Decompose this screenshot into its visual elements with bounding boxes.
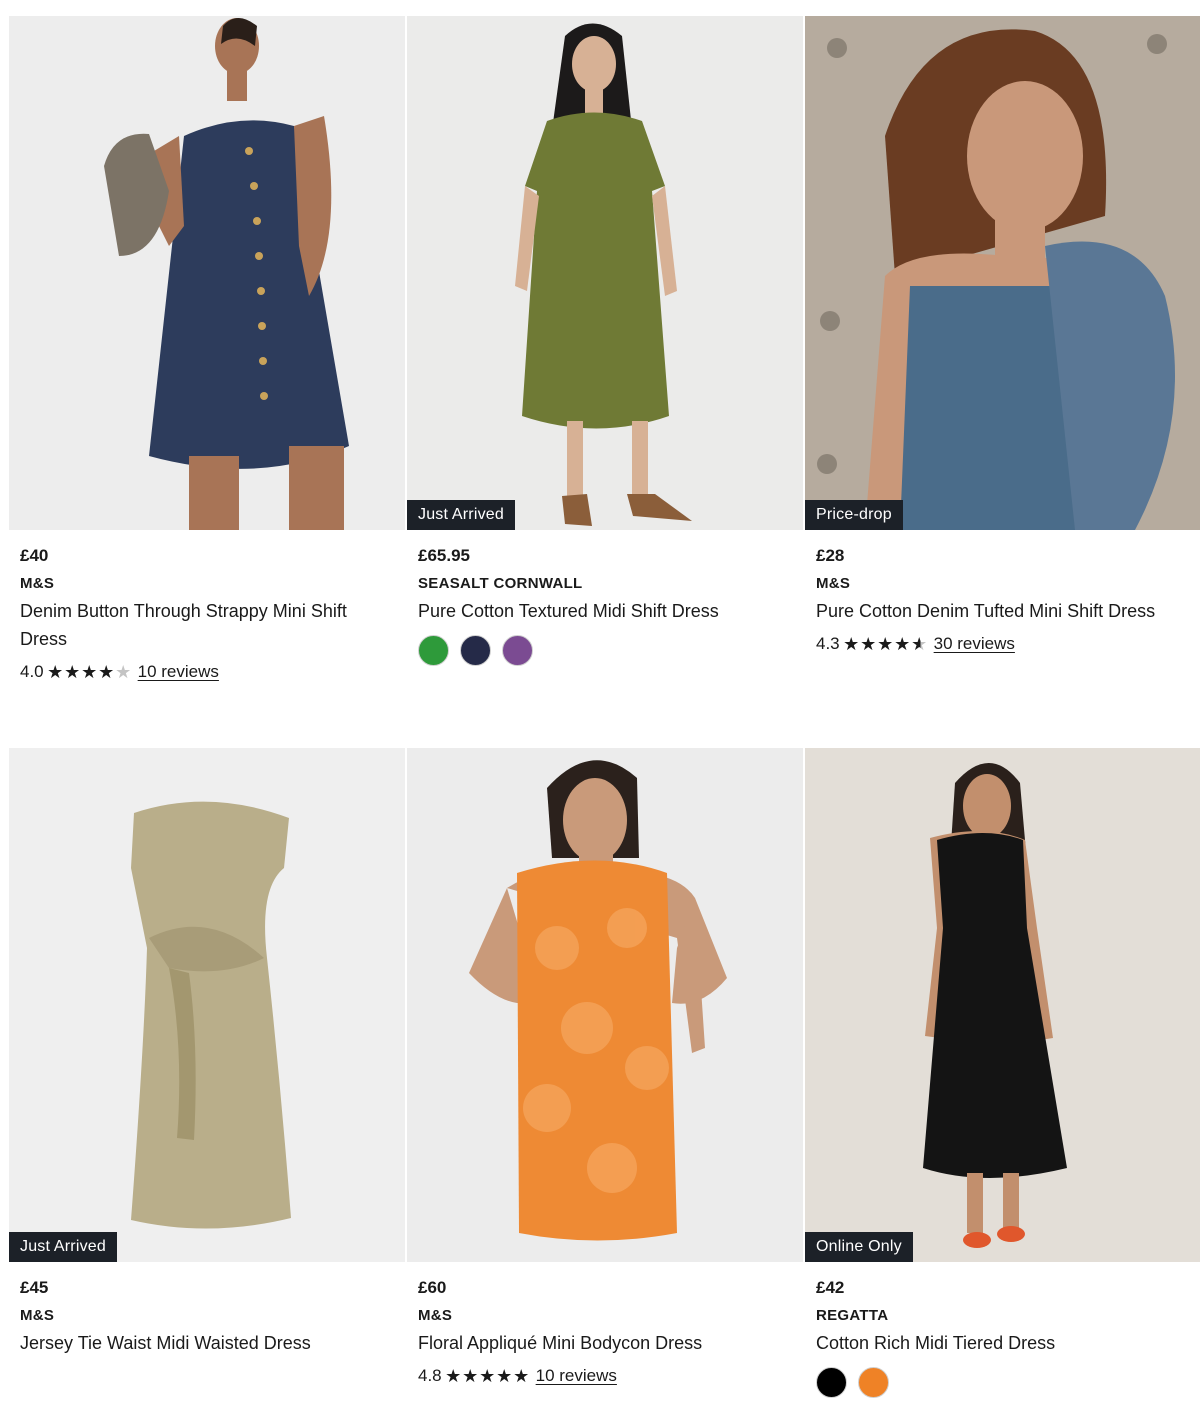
product-badge: Just Arrived — [407, 500, 515, 530]
product-image[interactable] — [407, 748, 803, 1262]
rating-value: 4.8 — [418, 1366, 442, 1385]
color-swatch-purple[interactable] — [502, 635, 533, 666]
product-title[interactable]: Floral Appliqué Mini Bodycon Dress — [418, 1329, 792, 1357]
star-icon: ★ — [513, 1366, 530, 1386]
star-icon: ★ — [47, 662, 64, 682]
star-icon: ★ — [115, 662, 132, 682]
rating-value: 4.3 — [816, 634, 840, 653]
star-icon: ★ — [860, 634, 877, 654]
product-grid: £40 M&S Denim Button Through Strappy Min… — [0, 0, 1200, 1412]
product-price: £42 — [816, 1278, 845, 1297]
product-price: £45 — [20, 1278, 49, 1297]
color-swatches — [816, 1367, 1189, 1398]
star-icon: ★ — [462, 1366, 479, 1386]
star-icon: ★ — [877, 634, 894, 654]
product-title[interactable]: Denim Button Through Strappy Mini Shift … — [20, 597, 394, 653]
reviews-link[interactable]: 30 reviews — [934, 634, 1015, 654]
product-brand: M&S — [20, 1307, 55, 1324]
product-image[interactable] — [9, 16, 405, 530]
product-image[interactable]: Online Only — [805, 748, 1200, 1262]
product-image[interactable]: Just Arrived — [407, 16, 803, 530]
product-brand: M&S — [20, 575, 55, 592]
product-brand: REGATTA — [816, 1307, 889, 1324]
product-title[interactable]: Jersey Tie Waist Midi Waisted Dress — [20, 1329, 394, 1357]
product-brand: M&S — [816, 575, 851, 592]
product-price: £60 — [418, 1278, 447, 1297]
product-card[interactable]: Just Arrived £65.95 SEASALT CORNWALL Pur… — [407, 16, 803, 666]
star-icon: ★ — [64, 662, 81, 682]
color-swatch-navy[interactable] — [460, 635, 491, 666]
star-rating: ★ ★ ★ ★ ★ — [843, 635, 928, 653]
product-card[interactable]: Price-drop £28 M&S Pure Cotton Denim Tuf… — [805, 16, 1200, 657]
product-badge: Just Arrived — [9, 1232, 117, 1262]
reviews-link[interactable]: 10 reviews — [536, 1366, 617, 1386]
product-price: £65.95 — [418, 546, 470, 565]
star-icon: ★ — [98, 662, 115, 682]
product-card[interactable]: Online Only £42 REGATTA Cotton Rich Midi… — [805, 748, 1200, 1398]
star-icon: ★ — [496, 1366, 513, 1386]
product-brand: M&S — [418, 1307, 453, 1324]
star-half-icon: ★ — [911, 634, 928, 654]
star-icon: ★ — [894, 634, 911, 654]
star-rating: ★ ★ ★ ★ ★ — [445, 1367, 530, 1385]
product-rating: 4.8 ★ ★ ★ ★ ★ 10 reviews — [418, 1363, 792, 1389]
product-image[interactable]: Just Arrived — [9, 748, 405, 1262]
star-icon: ★ — [843, 634, 860, 654]
color-swatches — [418, 635, 792, 666]
product-rating: 4.3 ★ ★ ★ ★ ★ 30 reviews — [816, 631, 1189, 657]
product-card[interactable]: £40 M&S Denim Button Through Strappy Min… — [9, 16, 405, 685]
rating-value: 4.0 — [20, 662, 44, 681]
product-card[interactable]: Just Arrived £45 M&S Jersey Tie Waist Mi… — [9, 748, 405, 1357]
color-swatch-green[interactable] — [418, 635, 449, 666]
product-image[interactable]: Price-drop — [805, 16, 1200, 530]
reviews-link[interactable]: 10 reviews — [138, 662, 219, 682]
product-title[interactable]: Cotton Rich Midi Tiered Dress — [816, 1329, 1189, 1357]
product-badge: Online Only — [805, 1232, 913, 1262]
star-rating: ★ ★ ★ ★ ★ — [47, 663, 132, 681]
color-swatch-black[interactable] — [816, 1367, 847, 1398]
product-brand: SEASALT CORNWALL — [418, 575, 583, 592]
star-icon: ★ — [81, 662, 98, 682]
product-title[interactable]: Pure Cotton Denim Tufted Mini Shift Dres… — [816, 597, 1189, 625]
product-badge: Price-drop — [805, 500, 903, 530]
product-rating: 4.0 ★ ★ ★ ★ ★ 10 reviews — [20, 659, 394, 685]
star-icon: ★ — [445, 1366, 462, 1386]
star-icon: ★ — [479, 1366, 496, 1386]
product-price: £40 — [20, 546, 49, 565]
product-title[interactable]: Pure Cotton Textured Midi Shift Dress — [418, 597, 792, 625]
product-price: £28 — [816, 546, 845, 565]
color-swatch-orange[interactable] — [858, 1367, 889, 1398]
product-card[interactable]: £60 M&S Floral Appliqué Mini Bodycon Dre… — [407, 748, 803, 1389]
